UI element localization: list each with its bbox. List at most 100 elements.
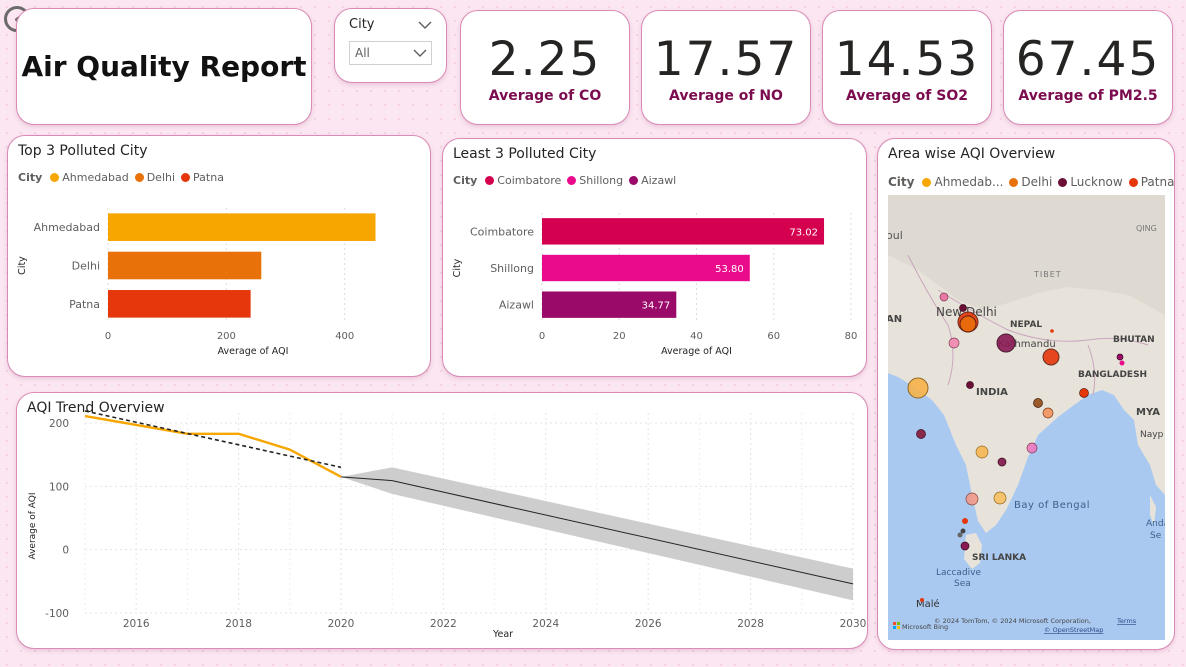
data-label: 73.02: [789, 227, 818, 238]
x-tick-label: 80: [845, 331, 858, 342]
city-slicer[interactable]: City All: [334, 8, 447, 83]
svg-text:oul: oul: [888, 229, 903, 242]
city-bubble: [1050, 329, 1054, 333]
x-tick-label: 200: [217, 331, 236, 342]
city-bubble: [975, 445, 989, 459]
x-tick-label: 2030: [840, 618, 867, 630]
kpi-card-so2: 14.53 Average of SO2: [822, 10, 992, 125]
legend-label: Patna: [1140, 175, 1175, 189]
least3-bar-chart[interactable]: 0 20 40 60 80 Coimbatore 73.02 Shillong 53.80 Aiz…: [443, 139, 867, 377]
x-axis-title: Year: [492, 629, 513, 640]
svg-text:Anda: Anda: [1146, 519, 1165, 529]
chevron-down-icon[interactable]: [418, 21, 432, 29]
series-line: [84, 414, 342, 478]
map-canvas[interactable]: oul QING TIBET AN New Delhi NEPAL Kathma…: [888, 195, 1165, 640]
city-bubble: [939, 292, 949, 302]
slicer-label: City: [349, 17, 375, 32]
y-tick-label: -100: [45, 608, 69, 620]
city-bubble: [959, 315, 977, 333]
svg-text:NEPAL: NEPAL: [1010, 320, 1042, 330]
map-terms-link: Terms: [1116, 617, 1137, 625]
y-tick-label: Aizawl: [499, 299, 534, 312]
svg-text:Nayp: Nayp: [1140, 430, 1164, 440]
forecast-band: [341, 467, 853, 601]
legend-item[interactable]: Delhi: [1009, 175, 1052, 189]
kpi-card-pm25: 67.45 Average of PM2.5: [1003, 10, 1173, 125]
x-tick-label: 2016: [123, 618, 150, 630]
city-bubble: [907, 377, 929, 399]
legend-label: Delhi: [1021, 175, 1053, 189]
x-tick-label: 0: [105, 331, 111, 342]
x-tick-label: 2026: [635, 618, 662, 630]
city-bubble: [962, 518, 968, 524]
trend-line: [84, 410, 342, 469]
svg-text:Malé: Malé: [916, 598, 940, 610]
x-tick-label: 40: [690, 331, 703, 342]
svg-text:BHUTAN: BHUTAN: [1113, 335, 1155, 345]
city-bubble: [916, 429, 926, 439]
svg-text:QING: QING: [1136, 224, 1157, 233]
map-attribution: © 2024 TomTom, © 2024 Microsoft Corporat…: [934, 617, 1091, 625]
city-bubble: [959, 304, 967, 312]
kpi-card-no: 17.57 Average of NO: [641, 10, 811, 125]
kpi-label: Average of CO: [488, 87, 602, 104]
legend-item[interactable]: Lucknow: [1058, 175, 1123, 189]
slicer-dropdown[interactable]: All: [349, 41, 432, 65]
kpi-label: Average of PM2.5: [1018, 87, 1158, 104]
city-bubble: [1026, 442, 1038, 454]
legend-item[interactable]: Patna: [1128, 175, 1175, 189]
city-bubble: [993, 491, 1007, 505]
city-bubble: [997, 457, 1007, 467]
x-tick-label: 2020: [328, 618, 355, 630]
chevron-down-icon: [413, 49, 427, 57]
top3-chart-card[interactable]: Top 3 Polluted City City Ahmedabad Delhi…: [7, 135, 431, 377]
legend-title: City: [888, 175, 915, 189]
city-bubble: [1042, 348, 1060, 366]
kpi-label: Average of SO2: [845, 87, 968, 104]
legend-item[interactable]: Ahmedab...: [922, 175, 1003, 189]
kpi-value: 67.45: [1015, 32, 1161, 87]
kpi-value: 17.57: [653, 32, 799, 87]
x-tick-label: 20: [613, 331, 626, 342]
city-bubble: [966, 381, 974, 389]
svg-text:SRI LANKA: SRI LANKA: [972, 553, 1026, 563]
svg-text:Laccadive: Laccadive: [936, 568, 981, 578]
y-tick-label: Patna: [69, 298, 100, 311]
city-bubble: [965, 492, 979, 506]
map-svg: oul QING TIBET AN New Delhi NEPAL Kathma…: [888, 195, 1165, 640]
y-tick-label: Delhi: [72, 260, 100, 273]
kpi-card-co: 2.25 Average of CO: [460, 10, 630, 125]
svg-text:AN: AN: [888, 314, 902, 325]
bar[interactable]: [542, 218, 825, 245]
data-label: 53.80: [715, 264, 744, 275]
map-card[interactable]: Area wise AQI Overview City Ahmedab... D…: [877, 138, 1175, 650]
y-tick-label: Coimbatore: [470, 225, 534, 238]
kpi-label: Average of NO: [669, 87, 783, 104]
bar[interactable]: [108, 251, 262, 280]
y-axis-title: Average of AQI: [28, 492, 38, 559]
data-label: 34.77: [642, 301, 671, 312]
chart-title: Area wise AQI Overview: [888, 146, 1056, 162]
svg-text:MYA: MYA: [1136, 407, 1160, 418]
y-tick-label: 0: [62, 545, 69, 557]
x-tick-label: 2024: [532, 618, 559, 630]
city-bubble: [1116, 353, 1124, 361]
x-tick-label: 2028: [737, 618, 764, 630]
city-bubble: [996, 333, 1016, 353]
sri-lanka-land: [964, 533, 982, 569]
y-tick-label: Ahmedabad: [34, 221, 100, 234]
least3-chart-card[interactable]: Least 3 Polluted City City Coimbatore Sh…: [442, 138, 867, 377]
legend-label: Ahmedab...: [934, 175, 1004, 189]
bar[interactable]: [108, 290, 251, 318]
svg-text:INDIA: INDIA: [976, 387, 1008, 398]
y-axis-title: City: [17, 256, 28, 275]
page-title: Air Quality Report: [21, 50, 307, 83]
city-bubble: [1033, 398, 1043, 408]
bar[interactable]: [108, 213, 376, 241]
city-bubble: [960, 528, 966, 534]
top3-bar-chart[interactable]: 0 200 400 Ahmedabad Delhi Patna Average of AQI…: [8, 136, 431, 377]
slicer-value: All: [355, 46, 370, 60]
trend-chart-card[interactable]: AQI Trend Overview 2016 2018 2020 2022 2024 2…: [16, 392, 868, 649]
trend-line-chart[interactable]: 2016 2018 2020 2022 2024 2026 2028 2030 -100 0 100…: [17, 393, 868, 649]
city-bubble: [920, 598, 924, 602]
